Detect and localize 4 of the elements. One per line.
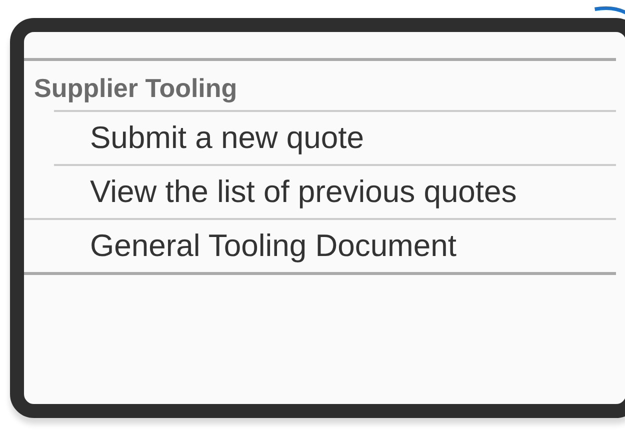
menu-link[interactable]: View the list of previous quotes xyxy=(54,164,616,218)
menu-link[interactable]: Submit a new quote xyxy=(54,110,616,164)
menu-link[interactable]: General Tooling Document xyxy=(24,218,616,275)
menu-heading: Supplier Tooling xyxy=(33,72,238,105)
